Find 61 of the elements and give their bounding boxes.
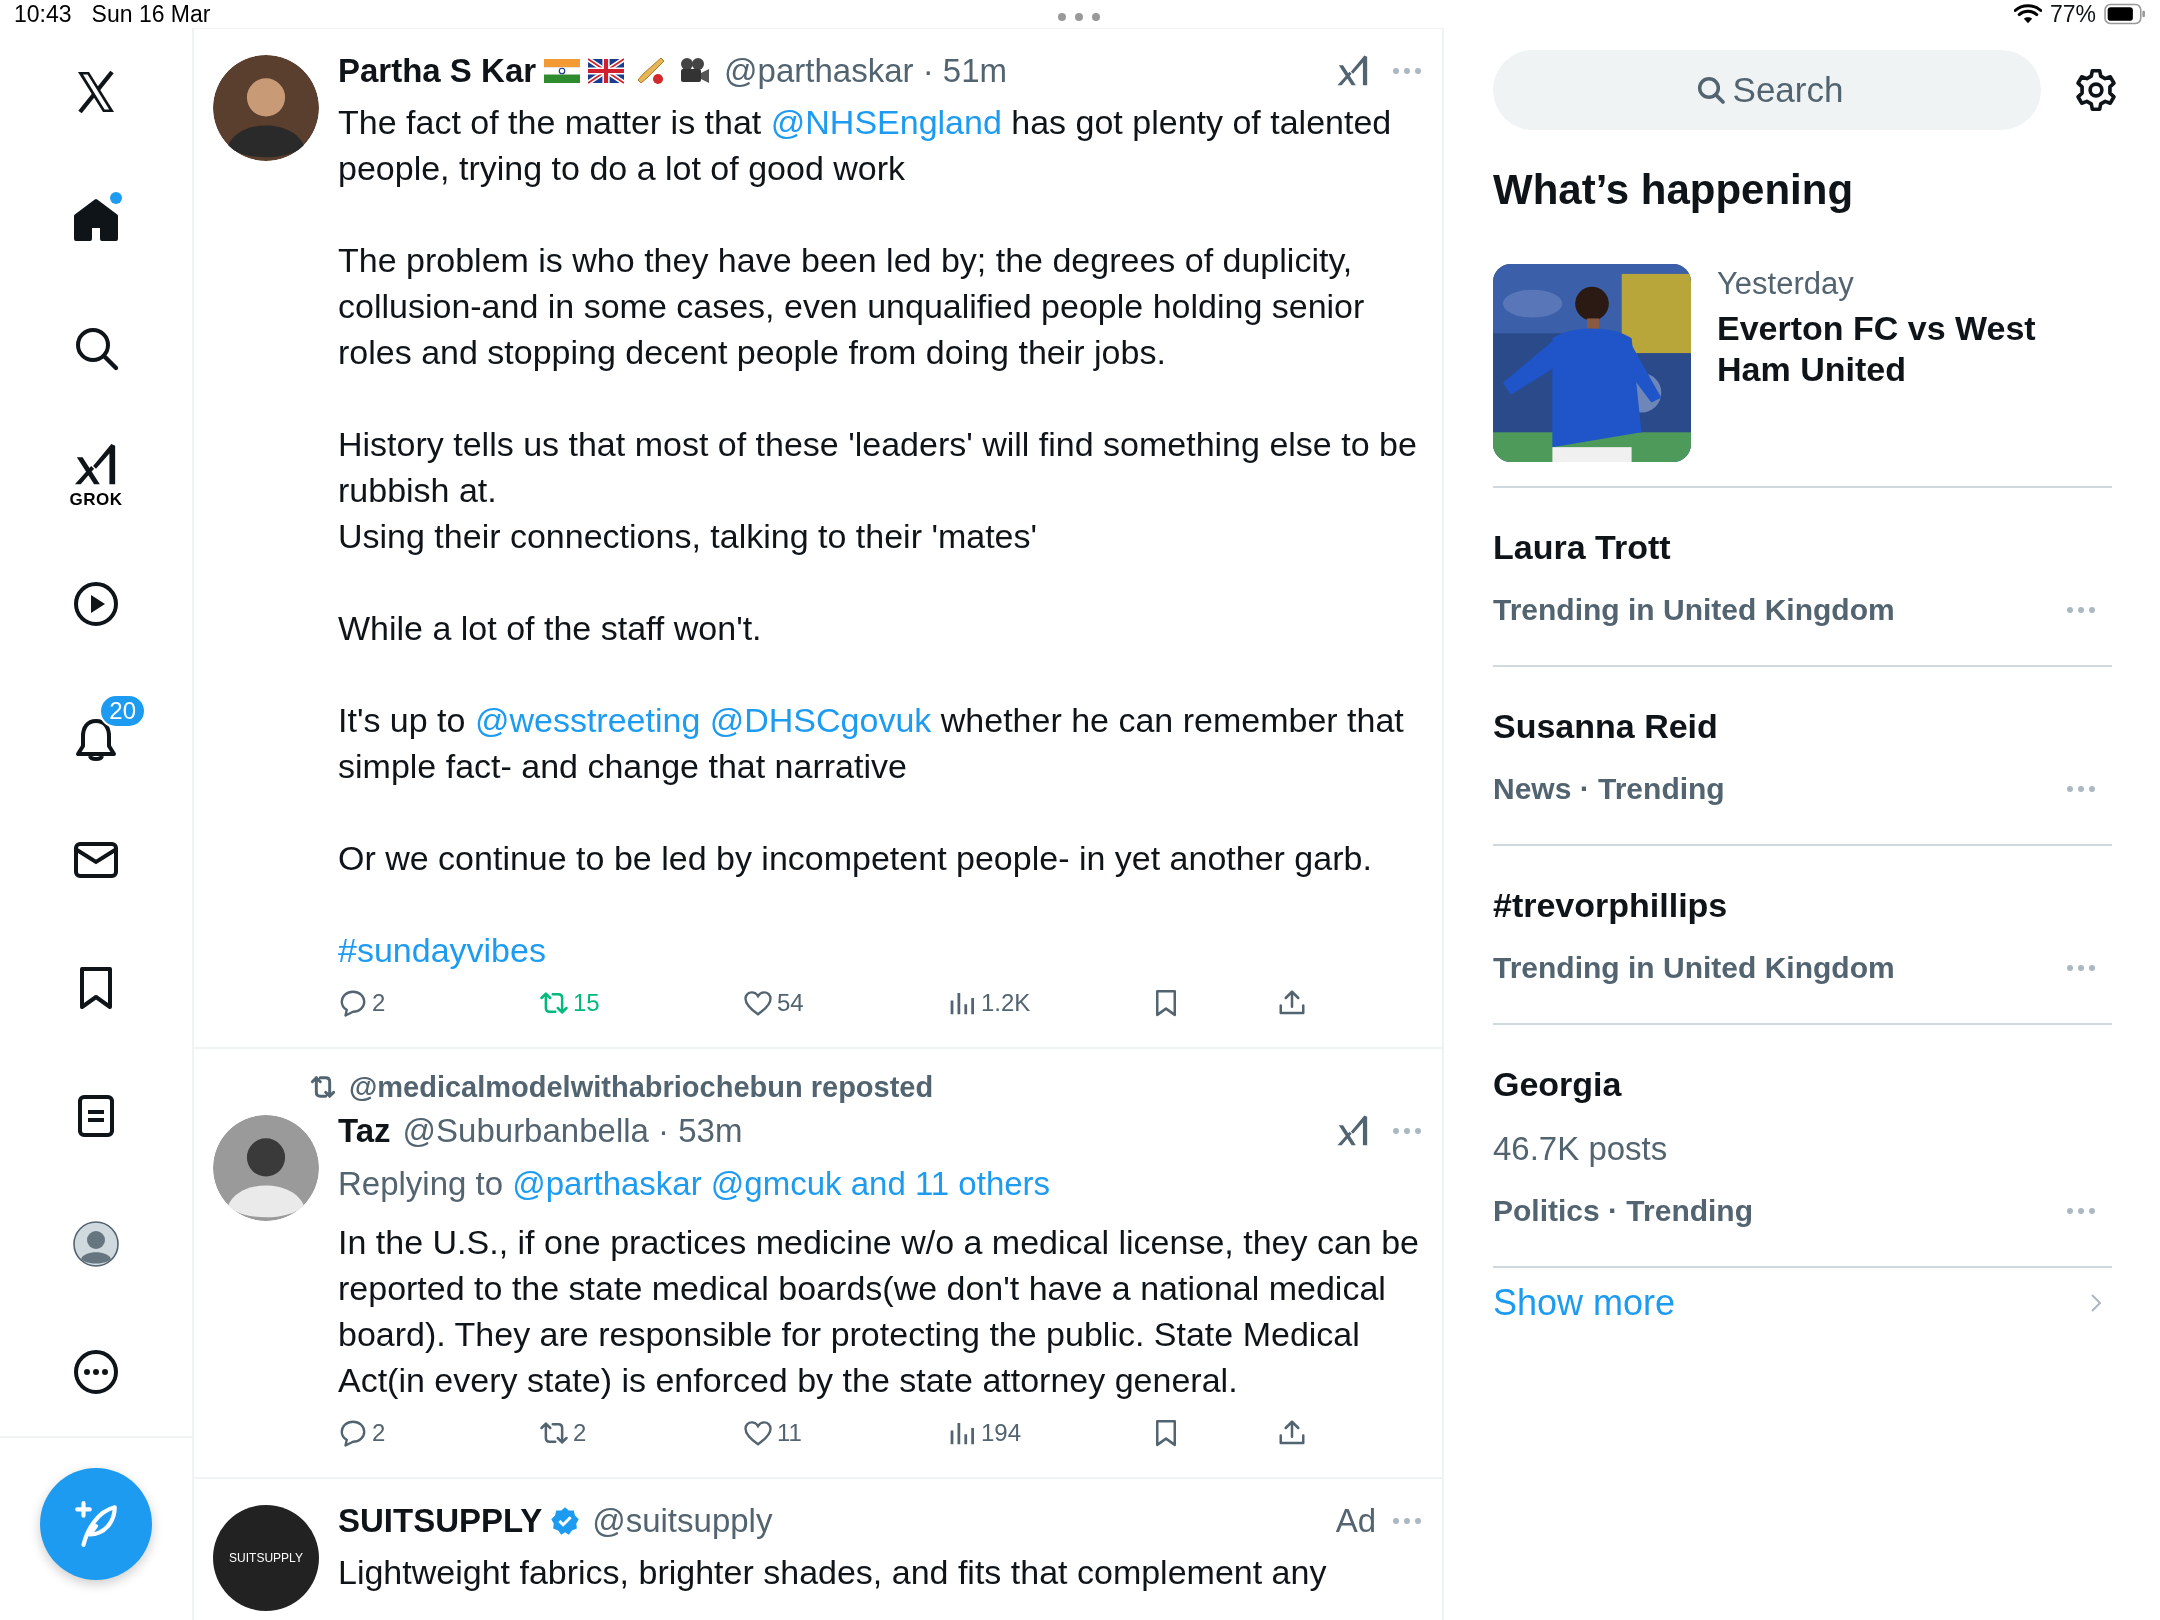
post-text: While a lot of the staff won't. bbox=[338, 608, 763, 649]
settings-icon[interactable] bbox=[2074, 68, 2118, 112]
trend-context: Politics · Trending bbox=[1493, 1194, 1754, 1228]
section-heading: What’s happening bbox=[1493, 166, 1855, 214]
speech-bubble-icon bbox=[338, 988, 368, 1018]
compose-button[interactable] bbox=[40, 1468, 152, 1580]
multitask-icon[interactable] bbox=[1057, 12, 1101, 22]
event-title[interactable]: Everton FC vs West Ham United bbox=[1717, 308, 2112, 390]
like-button[interactable]: 11 bbox=[743, 1418, 947, 1448]
author-handle[interactable]: @suitsupply bbox=[592, 1502, 773, 1540]
trend-context: News · Trending bbox=[1493, 772, 1725, 806]
post-text: The problem is who they have been led by; the degrees of duplicity, collusion-and in some cases, even unqualified people holding senior roles and stopping decent people from doing their jobs. bbox=[338, 240, 1366, 373]
post-text: Or we continue to be led by incompetent people- in yet another garb. bbox=[338, 838, 1373, 879]
nav-button[interactable]: GROK bbox=[63, 436, 129, 516]
author-name[interactable]: Partha S Kar bbox=[338, 52, 537, 90]
heart-icon bbox=[743, 1418, 773, 1448]
heart-icon bbox=[743, 988, 773, 1018]
post-text: In the U.S., if one practices medicine w/o a medical license, they can be reported to the state medical boards(we don't have a national medical board). They are responsible for protecting the public. State Medical Act(in every state) is enforced by the state attorney general. bbox=[338, 1222, 1420, 1401]
notification-count: 20 bbox=[99, 694, 146, 728]
replying-to: Replying to @parthaskar @gmcuk and 11 others bbox=[338, 1164, 1052, 1204]
repost-label[interactable]: @medicalmodelwithabriochebun reposted bbox=[349, 1070, 934, 1104]
ad-label: Ad bbox=[1335, 1502, 1376, 1540]
avatar[interactable]: SUITSUPPLY bbox=[213, 1505, 319, 1611]
battery-percent: 77% bbox=[2049, 0, 2096, 28]
post-text: Lightweight fabrics, brighter shades, and fits that complement any bbox=[338, 1552, 1328, 1593]
trend-name[interactable]: Georgia bbox=[1493, 1065, 2112, 1104]
trend-context: Trending in United Kingdom bbox=[1493, 593, 1895, 627]
repost-button[interactable]: 2 bbox=[539, 1418, 743, 1448]
event-time: Yesterday bbox=[1717, 265, 1855, 303]
author-name[interactable]: SUITSUPPLY bbox=[338, 1502, 543, 1540]
trend-name[interactable]: Susanna Reid bbox=[1493, 707, 2112, 746]
author-name[interactable]: Taz bbox=[338, 1112, 391, 1150]
slash-mark-icon[interactable] bbox=[1336, 54, 1370, 88]
post-count: 46.7K posts bbox=[1493, 1130, 1669, 1168]
post-text: It's up to @wesstreeting @DHSCgovuk whether he can remember that simple fact- and change that narrative bbox=[338, 700, 1405, 787]
status-time: 10:43 bbox=[14, 0, 72, 28]
battery-icon bbox=[2104, 3, 2146, 25]
reply-button[interactable]: 2 bbox=[338, 1418, 539, 1448]
trend-name[interactable]: Laura Trott bbox=[1493, 528, 2112, 567]
status-date: Sun 16 Mar bbox=[91, 0, 211, 28]
flag-icon bbox=[588, 56, 625, 86]
trend-context: Trending in United Kingdom bbox=[1493, 951, 1895, 985]
reply-button[interactable]: 2 bbox=[338, 988, 539, 1018]
avatar[interactable] bbox=[213, 55, 319, 161]
post-text: History tells us that most of these 'leaders' will find something else to be rubbish at. bbox=[338, 424, 1418, 511]
avatar[interactable] bbox=[213, 1115, 319, 1221]
trend-name[interactable]: #trevorphillips bbox=[1493, 886, 2112, 925]
speech-bubble-icon bbox=[338, 1418, 368, 1448]
like-button[interactable]: 54 bbox=[743, 988, 947, 1018]
nav-label: GROK bbox=[69, 490, 123, 510]
flag-icon bbox=[544, 56, 581, 86]
author-handle[interactable]: @parthaskar · 51m bbox=[724, 52, 1008, 90]
author-handle[interactable]: @Suburbanbella · 53m bbox=[402, 1112, 743, 1150]
views-button[interactable]: 194 bbox=[947, 1418, 1151, 1448]
post-text: The fact of the matter is that @NHSEngland has got plenty of talented people, trying to do a lot of good work bbox=[338, 102, 1393, 189]
wifi-icon bbox=[2013, 3, 2042, 25]
views-button[interactable]: 1.2K bbox=[947, 988, 1151, 1018]
search-field[interactable]: Search bbox=[1493, 50, 2041, 130]
slash-mark-icon[interactable] bbox=[1336, 1114, 1370, 1148]
post-text: Using their connections, talking to their 'mates' bbox=[338, 516, 1038, 557]
search-icon bbox=[1695, 74, 1727, 106]
